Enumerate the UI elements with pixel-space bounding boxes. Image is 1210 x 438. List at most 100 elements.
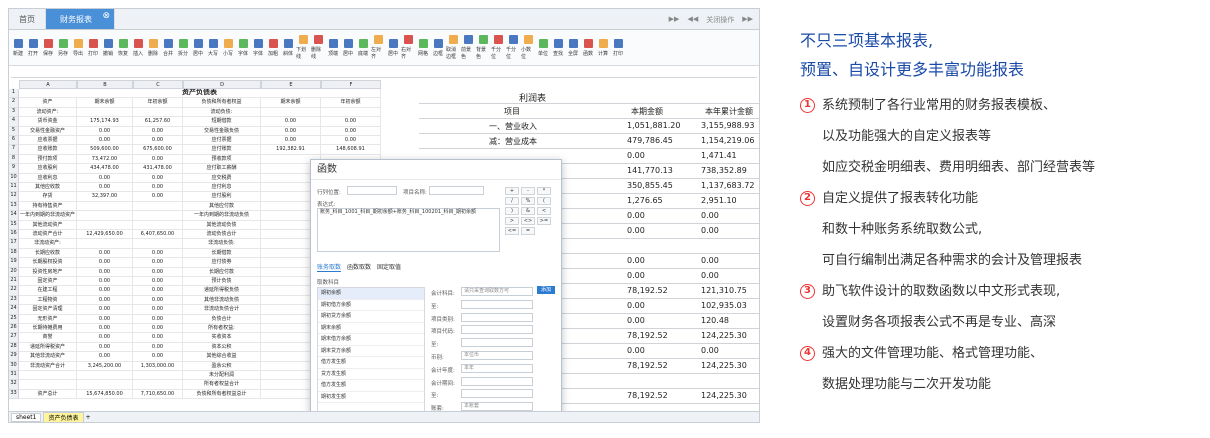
fetch-item[interactable]: 借方发生额 — [318, 357, 424, 369]
balance-cell[interactable]: 非流动资产合计 — [19, 361, 77, 371]
field-input[interactable]: 本账套 — [461, 402, 533, 412]
balance-cell[interactable]: 0.00 — [133, 126, 183, 136]
balance-cell[interactable]: 盈余公积 — [183, 361, 261, 371]
balance-cell[interactable]: 0.00 — [321, 136, 381, 146]
toolbar-button-15[interactable]: 字体 — [236, 38, 250, 57]
balance-cell[interactable]: 0.00 — [133, 286, 183, 296]
balance-cell[interactable]: 0.00 — [133, 314, 183, 324]
toolbar-button-33[interactable]: 千分位 — [506, 35, 520, 60]
balance-cell[interactable]: 流动资产: — [19, 107, 77, 118]
balance-cell[interactable]: 应付职工薪酬 — [183, 164, 261, 174]
field-input[interactable] — [461, 312, 533, 322]
balance-cell[interactable]: 无形资产 — [19, 314, 77, 324]
toolbar-button-38[interactable]: 函数 — [581, 38, 595, 57]
balance-cell[interactable]: 预计负债 — [183, 277, 261, 287]
balance-cell[interactable]: 0.00 — [77, 277, 133, 287]
row-header[interactable]: 18 — [9, 248, 19, 259]
toolbar-button-24[interactable]: 左对齐 — [371, 35, 385, 60]
fetch-item[interactable]: 期初贷方余额 — [318, 311, 424, 323]
expression-input[interactable]: 账务_科目_1001_科目_期初余额+账务_科目_100201_科目_期初余额 — [317, 208, 500, 252]
balance-cell[interactable]: 675,600.00 — [133, 145, 183, 155]
balance-cell[interactable]: 存货 — [19, 192, 77, 202]
row-header[interactable]: 21 — [9, 277, 19, 287]
balance-cell[interactable]: 其他非流动负债 — [183, 295, 261, 306]
row-header[interactable]: 11 — [9, 183, 19, 193]
balance-cell[interactable]: 0.00 — [133, 333, 183, 343]
operator-key[interactable]: + — [505, 187, 519, 195]
balance-cell[interactable]: 0.00 — [77, 333, 133, 343]
balance-cell[interactable] — [77, 220, 133, 230]
toolbar-button-37[interactable]: 全屏 — [566, 38, 580, 57]
row-header[interactable]: 26 — [9, 324, 19, 334]
column-header[interactable]: A — [19, 80, 77, 89]
dialog-tab[interactable]: 账务取数 — [317, 262, 342, 272]
field-input[interactable]: 请只采查询取数方可 — [461, 287, 533, 296]
column-header[interactable]: C — [133, 80, 183, 89]
toolbar-button-17[interactable]: 加粗 — [266, 38, 280, 57]
row-header[interactable]: 16 — [9, 230, 19, 240]
tab-home[interactable]: 首页 — [9, 9, 46, 29]
balance-cell[interactable]: 0.00 — [77, 342, 133, 353]
balance-cell[interactable]: 流动负债合计 — [183, 230, 261, 240]
balance-cell[interactable]: 年初余额 — [133, 98, 183, 108]
balance-cell[interactable] — [321, 107, 381, 118]
balance-cell[interactable]: 0.00 — [77, 126, 133, 136]
toolbar-button-28[interactable]: 边框 — [431, 38, 445, 57]
balance-cell[interactable]: 资产总计 — [19, 389, 77, 400]
balance-cell[interactable]: 0.00 — [261, 126, 321, 136]
fetch-item-list[interactable]: 期初余额 期初借方余额 期初贷方余额 期末余额 期末借方余额 期末贷方余额 借方发生额 贷方发… — [317, 287, 425, 419]
fetch-item[interactable]: 期末余额 — [318, 323, 424, 334]
balance-cell[interactable]: 应付债券 — [183, 258, 261, 268]
balance-cell[interactable]: 应收利息 — [19, 173, 77, 183]
row-header[interactable]: 7 — [9, 145, 19, 155]
add-button[interactable]: 添加 — [537, 286, 556, 294]
sheet-tab[interactable]: 资产负债表 — [43, 411, 84, 422]
balance-cell[interactable]: 商誉 — [19, 333, 77, 343]
balance-cell[interactable]: 负债和所有者权益 — [183, 98, 261, 108]
row-header[interactable]: 27 — [9, 333, 19, 343]
balance-cell[interactable]: 32,397.00 — [77, 192, 133, 202]
operator-key[interactable]: / — [505, 197, 519, 205]
field-input[interactable] — [461, 338, 533, 348]
row-header[interactable]: 31 — [9, 371, 19, 381]
balance-cell[interactable]: 非流动负债: — [183, 239, 261, 249]
toolbar-button-29[interactable]: 取消边框 — [446, 35, 460, 60]
prev-icon[interactable]: ▶▶ — [669, 15, 680, 25]
toolbar-button-34[interactable]: 小数位 — [521, 35, 535, 60]
toolbar-button-2[interactable]: 保存 — [41, 38, 55, 57]
balance-cell[interactable]: 0.00 — [77, 173, 133, 183]
dialog-tab[interactable]: 固定取值 — [377, 262, 401, 272]
balance-cell[interactable]: 固定资产 — [19, 277, 77, 287]
row-header[interactable]: 20 — [9, 267, 19, 277]
toolbar-button-5[interactable]: 打印 — [86, 38, 100, 57]
row-header[interactable]: 23 — [9, 295, 19, 306]
balance-cell[interactable]: 交易性金融资产 — [19, 126, 77, 136]
row-header[interactable]: 6 — [9, 136, 19, 146]
balance-cell[interactable]: 509,600.00 — [77, 145, 133, 155]
balance-cell[interactable]: 应收账款 — [19, 145, 77, 155]
toolbar-button-0[interactable]: 新建 — [11, 38, 25, 57]
balance-cell[interactable]: 应收票据 — [19, 136, 77, 146]
balance-cell[interactable]: 0.00 — [133, 324, 183, 334]
item-name-input[interactable] — [429, 186, 484, 195]
balance-cell[interactable]: 负债合计 — [183, 314, 261, 324]
column-header[interactable]: B — [77, 80, 133, 89]
balance-cell[interactable] — [133, 220, 183, 230]
operator-key[interactable]: <> — [521, 217, 535, 225]
toolbar-button-6[interactable]: 撤销 — [101, 38, 115, 57]
balance-cell[interactable] — [261, 107, 321, 118]
balance-cell[interactable]: 0.00 — [77, 352, 133, 362]
fetch-item[interactable]: 借方发生额 — [318, 380, 424, 392]
field-input[interactable] — [461, 376, 533, 386]
balance-cell[interactable]: 所有者权益合计 — [183, 380, 261, 390]
balance-cell[interactable]: 61,257.60 — [133, 117, 183, 127]
column-header[interactable]: D — [183, 80, 261, 89]
row-header[interactable]: 4 — [9, 117, 19, 127]
balance-cell[interactable]: 工程物资 — [19, 295, 77, 306]
field-input[interactable]: 本位币 — [461, 351, 533, 360]
balance-cell[interactable]: 交易性金融负债 — [183, 126, 261, 136]
back-icon[interactable]: ◀◀ — [687, 15, 698, 25]
balance-cell[interactable]: 0.00 — [77, 136, 133, 146]
balance-cell[interactable]: 0.00 — [133, 183, 183, 193]
formula-bar[interactable] — [11, 66, 757, 78]
